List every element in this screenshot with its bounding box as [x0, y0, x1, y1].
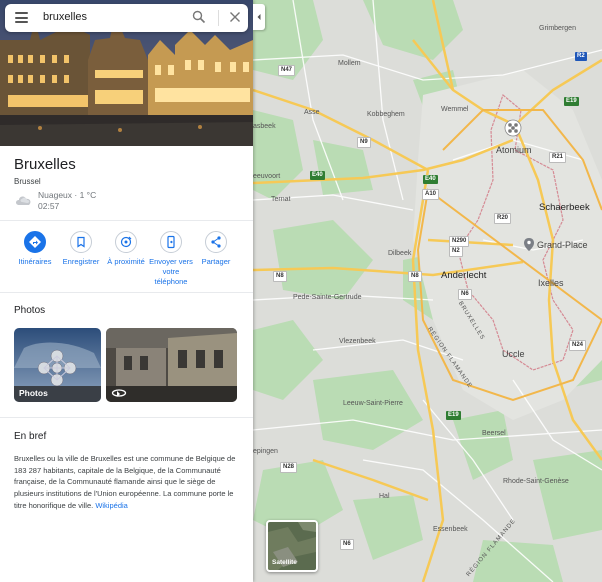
satellite-label: Satellite	[272, 559, 297, 566]
map-label-wemmel: Wemmel	[441, 106, 469, 113]
map-label-teuvoort: eeuvoort	[253, 173, 281, 180]
map-label-essenbeek: Essenbeek	[433, 526, 468, 533]
save-button[interactable]: Enregistrer	[57, 231, 105, 267]
road-shield-r21: R21	[549, 152, 567, 163]
share-button[interactable]: Partager	[192, 231, 240, 267]
bookmark-icon	[77, 236, 85, 248]
road-shield-n2: N2	[449, 246, 463, 257]
360-icon	[111, 389, 127, 397]
save-label: Enregistrer	[62, 257, 100, 266]
road-shield-n6-north: N6	[458, 289, 472, 300]
road-shield-e40-west: E40	[310, 171, 325, 180]
chevron-left-icon	[257, 14, 261, 20]
about-description: Bruxelles ou la ville de Bruxelles est u…	[14, 453, 240, 512]
road-shield-e19: E19	[564, 97, 579, 106]
map-label-rhode: Rhode-Saint-Genèse	[503, 478, 569, 485]
send-to-phone-button[interactable]: Envoyer vers votre téléphone	[147, 231, 195, 287]
share-icon	[211, 236, 221, 248]
map-label-dilbeek: Dilbeek	[388, 250, 412, 257]
road-shield-e19-south: E19	[446, 411, 461, 420]
map-label-atomium: Atomium	[496, 145, 532, 155]
cloudy-icon	[16, 196, 31, 205]
directions-label: Itinéraires	[18, 257, 52, 266]
search-box[interactable]: bruxelles	[5, 4, 248, 32]
divider	[0, 292, 253, 293]
road-shield-r2: R2	[575, 52, 587, 61]
nearby-label: À proximité	[107, 257, 145, 266]
send-to-phone-label: Envoyer vers votre téléphone	[149, 257, 193, 286]
place-panel: bruxelles Bruxelles Brussel Nuageux · 1 …	[0, 0, 253, 582]
map-label-pede: Pede-Sainte-Gertrude	[293, 294, 362, 301]
directions-icon	[29, 236, 41, 248]
map-label-grand-place: Grand-Place	[537, 240, 588, 250]
photos-tile-label: Photos	[19, 388, 48, 398]
map-label-schaerbeek: Schaerbeek	[539, 202, 590, 213]
map-label-ternat: Ternat	[271, 196, 291, 203]
map-label-grimbergen: Grimbergen	[539, 25, 576, 32]
road-shield-r20: R20	[494, 213, 512, 224]
map-label-hal: Hal	[379, 493, 390, 500]
weather-info: Nuageux · 1 °C 02:57	[14, 190, 214, 214]
road-shield-n6-south: N6	[340, 539, 354, 550]
place-subtitle: Brussel	[14, 177, 41, 186]
map-label-anderlecht: Anderlecht	[441, 270, 487, 281]
road-shield-n24: N24	[569, 340, 587, 351]
menu-icon[interactable]	[15, 12, 28, 23]
road-shield-n47: N47	[278, 65, 296, 76]
share-label: Partager	[201, 257, 231, 266]
about-heading: En bref	[14, 431, 47, 442]
place-title: Bruxelles	[14, 156, 76, 173]
divider	[0, 220, 253, 221]
road-shield-n28: N28	[280, 462, 298, 473]
wikipedia-link[interactable]: Wikipédia	[95, 501, 128, 510]
satellite-layer-button[interactable]: Satellite	[266, 520, 318, 572]
map-label-aasbeek: asbeek	[253, 123, 276, 130]
road-shield-e40-east: E40	[423, 175, 438, 184]
send-to-phone-icon	[167, 235, 175, 249]
nearby-icon	[120, 236, 132, 248]
nearby-button[interactable]: À proximité	[102, 231, 150, 267]
search-divider	[218, 10, 219, 26]
map-label-beersel: Beersel	[482, 430, 506, 437]
map-label-leeuw: Leeuw-Saint-Pierre	[343, 400, 403, 407]
photos-heading: Photos	[14, 305, 46, 316]
map-label-pingen: epingen	[253, 448, 278, 455]
map-label-ixelles: Ixelles	[538, 278, 564, 288]
map-label-mollem: Mollem	[338, 60, 361, 67]
road-shield-n8-west: N8	[273, 271, 287, 282]
road-shield-n9: N9	[357, 137, 371, 148]
directions-button[interactable]: Itinéraires	[11, 231, 59, 267]
weather-text: Nuageux · 1 °C	[38, 190, 97, 200]
road-shield-n8-east: N8	[408, 271, 422, 282]
close-icon[interactable]	[228, 10, 242, 24]
map-canvas[interactable]: Grimbergen Mollem Asse Kobbeghem Wemmel …	[253, 0, 602, 582]
map-label-vlezenbeek: Vlezenbeek	[339, 338, 376, 345]
road-shield-a10: A10	[422, 189, 440, 200]
collapse-panel-button[interactable]	[253, 4, 265, 30]
map-label-uccle: Uccle	[502, 349, 525, 359]
search-input[interactable]: bruxelles	[43, 11, 87, 23]
local-time: 02:57	[38, 201, 60, 211]
search-icon[interactable]	[192, 10, 206, 24]
photo-tile-atomium[interactable]: Photos	[14, 328, 101, 402]
divider	[0, 417, 253, 418]
map-label-kobbeghem: Kobbeghem	[367, 111, 405, 118]
map-label-asse: Asse	[304, 109, 320, 116]
photo-tile-360[interactable]	[106, 328, 237, 402]
